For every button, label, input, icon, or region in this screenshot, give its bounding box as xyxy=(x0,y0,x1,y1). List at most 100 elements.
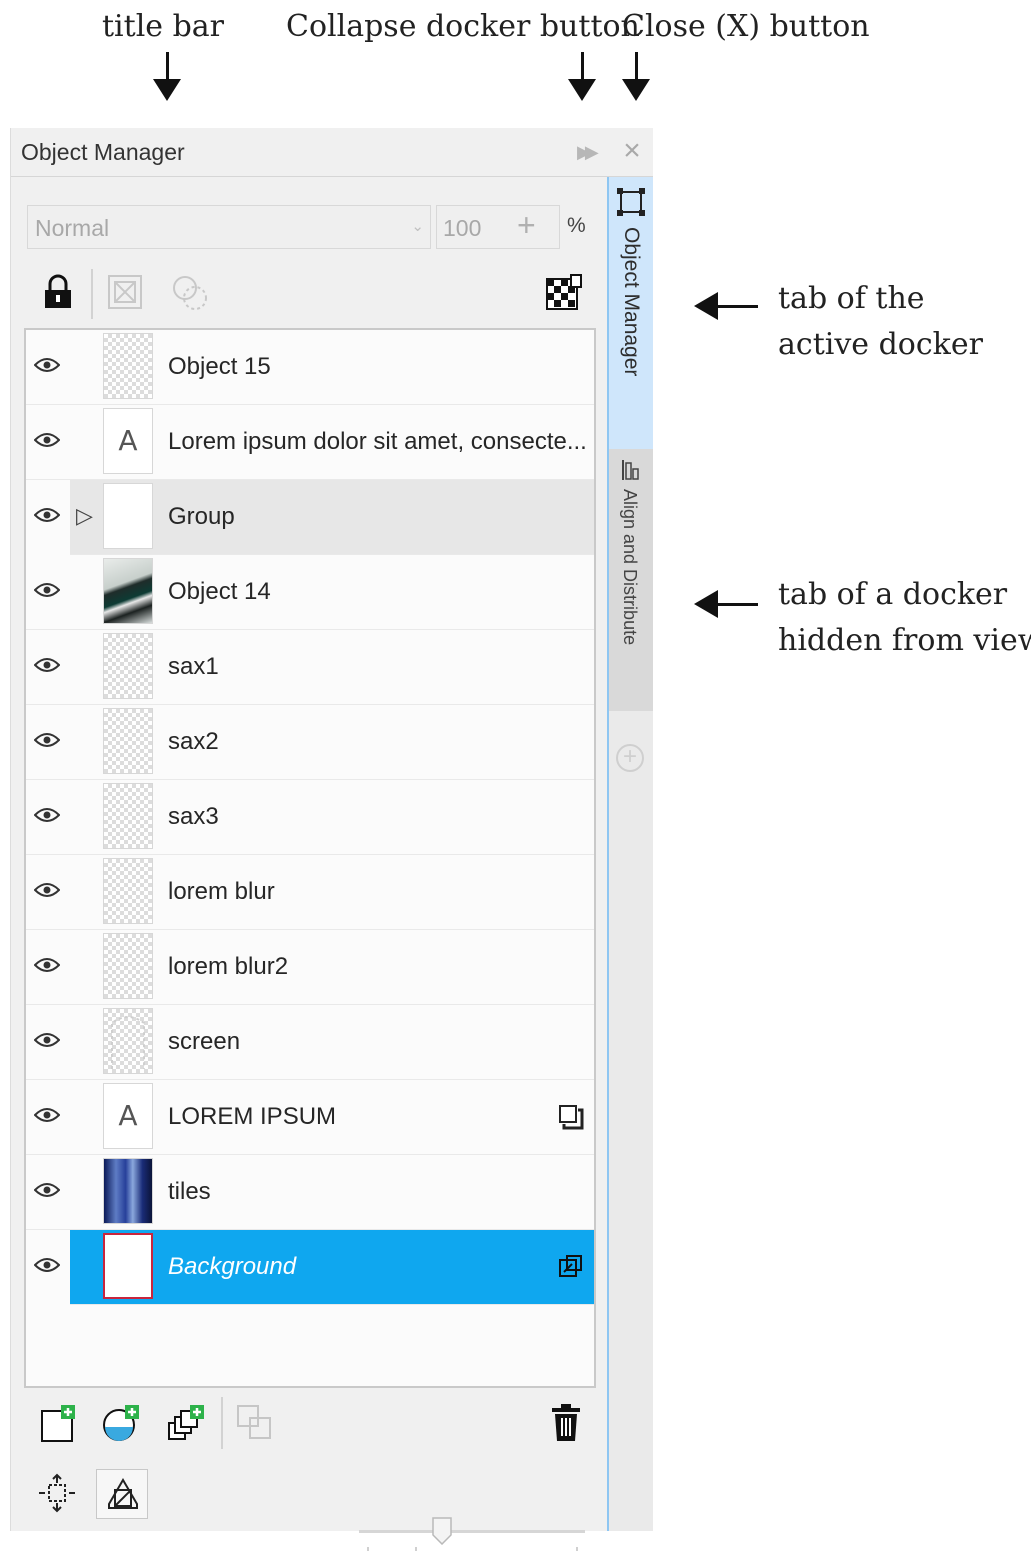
list-item[interactable]: Object 15 xyxy=(26,330,594,405)
text-object-icon: A xyxy=(103,1083,153,1149)
object-name: Lorem ipsum dolor sit amet, consecte... xyxy=(168,428,587,455)
object-thumbnail xyxy=(103,333,153,399)
object-name: Object 15 xyxy=(168,353,271,380)
expand-arrow-icon[interactable]: ▷ xyxy=(76,503,93,529)
screen-shape-icon xyxy=(111,1016,145,1069)
list-item[interactable]: lorem blur xyxy=(26,855,594,930)
eye-icon[interactable] xyxy=(34,581,60,599)
list-item[interactable]: sax3 xyxy=(26,780,594,855)
callout-hidden-tab-line2: hidden from view xyxy=(778,623,1031,658)
docker-title-bar[interactable]: Object Manager ▶▶ × xyxy=(11,128,653,177)
align-tab-icon xyxy=(622,460,639,480)
eye-icon[interactable] xyxy=(34,806,60,824)
list-item[interactable]: A LOREM IPSUM xyxy=(26,1080,594,1155)
tab-label: Object Manager xyxy=(620,227,643,377)
object-manager-docker: Object Manager ▶▶ × Normal ⌄ 100 + % Obj… xyxy=(10,128,653,1551)
add-docker-tab-icon[interactable]: + xyxy=(616,744,644,772)
object-thumbnail xyxy=(103,858,153,924)
object-thumbnail xyxy=(103,783,153,849)
eye-icon[interactable] xyxy=(34,431,60,449)
opacity-slider-icon[interactable]: + xyxy=(517,207,536,244)
chevron-down-icon: ⌄ xyxy=(411,218,424,235)
object-name: Background xyxy=(168,1253,297,1280)
docker-title: Object Manager xyxy=(21,139,185,165)
view-mode-button[interactable] xyxy=(96,1469,148,1519)
new-layer-stack-icon[interactable] xyxy=(165,1403,207,1443)
trash-icon[interactable] xyxy=(549,1403,583,1443)
arrow-close xyxy=(622,52,650,101)
slider-tick xyxy=(415,1547,417,1551)
toolbar-separator xyxy=(221,1397,223,1449)
list-item[interactable]: screen xyxy=(26,1005,594,1080)
eye-icon[interactable] xyxy=(34,1181,60,1199)
opacity-value: 100 xyxy=(443,215,482,241)
object-thumbnail xyxy=(103,558,153,624)
blend-mode-select[interactable]: Normal ⌄ xyxy=(27,205,431,249)
close-docker-button[interactable]: × xyxy=(617,134,647,168)
callout-active-tab-line2: active docker xyxy=(778,327,983,362)
object-thumbnail xyxy=(103,1158,153,1224)
eye-icon[interactable] xyxy=(34,1106,60,1124)
tab-object-manager[interactable]: Object Manager xyxy=(609,177,653,449)
object-name: LOREM IPSUM xyxy=(168,1103,337,1130)
lock-icon[interactable] xyxy=(41,274,75,310)
eye-icon[interactable] xyxy=(34,656,60,674)
object-name: sax2 xyxy=(168,728,219,755)
object-manager-tab-icon xyxy=(617,188,645,216)
opacity-field[interactable]: 100 + xyxy=(436,205,560,249)
list-item[interactable]: lorem blur2 xyxy=(26,930,594,1005)
list-item[interactable]: tiles xyxy=(26,1155,594,1230)
find-icon[interactable] xyxy=(37,1473,77,1513)
tab-label: Align and Distribute xyxy=(620,489,640,646)
object-thumbnail xyxy=(103,483,153,549)
object-thumbnail xyxy=(103,933,153,999)
eye-icon[interactable] xyxy=(34,881,60,899)
slider-handle[interactable] xyxy=(432,1517,452,1545)
collapse-docker-button[interactable]: ▶▶ xyxy=(577,138,607,166)
eye-icon[interactable] xyxy=(34,956,60,974)
new-master-layer-icon[interactable] xyxy=(101,1403,143,1443)
object-thumbnail xyxy=(103,1008,153,1074)
checkered-lock-icon[interactable] xyxy=(545,273,583,311)
combine-icon[interactable] xyxy=(235,1403,275,1443)
list-item-selected[interactable]: Background xyxy=(34,1230,594,1305)
object-name: lorem blur2 xyxy=(168,953,289,980)
object-name: lorem blur xyxy=(168,878,275,905)
object-name: tiles xyxy=(168,1178,211,1205)
object-list[interactable]: Object 15 A Lorem ipsum dolor sit amet, … xyxy=(24,328,596,1388)
callout-close-button: Close (X) button xyxy=(622,9,870,44)
arrow-hidden-tab xyxy=(694,590,758,618)
eye-icon[interactable] xyxy=(34,1256,60,1274)
arrow-active-tab xyxy=(694,292,758,320)
object-thumbnail xyxy=(103,633,153,699)
eye-icon[interactable] xyxy=(34,506,60,524)
arrow-title-bar xyxy=(153,52,181,101)
blend-mode-value: Normal xyxy=(35,215,110,241)
list-item-group[interactable]: ▷ Group xyxy=(34,480,594,555)
object-name: Group xyxy=(168,503,235,530)
new-layer-icon[interactable] xyxy=(39,1403,79,1443)
opacity-unit: % xyxy=(567,214,586,237)
list-item[interactable]: Object 14 xyxy=(26,555,594,630)
callout-collapse-button: Collapse docker button xyxy=(286,9,640,44)
object-name: sax3 xyxy=(168,803,219,830)
eye-icon[interactable] xyxy=(34,1031,60,1049)
toolbar-separator xyxy=(91,269,93,319)
thumbnail-size-slider[interactable] xyxy=(359,1530,585,1533)
list-item[interactable]: A Lorem ipsum dolor sit amet, consecte..… xyxy=(26,405,594,480)
eye-icon[interactable] xyxy=(34,731,60,749)
object-name: screen xyxy=(168,1028,241,1055)
object-thumbnail xyxy=(103,708,153,774)
color-picker-icon[interactable] xyxy=(171,274,211,314)
tab-align-and-distribute[interactable]: Align and Distribute xyxy=(609,449,653,711)
list-item[interactable]: sax1 xyxy=(26,630,594,705)
layer-properties-icon[interactable] xyxy=(558,1254,584,1280)
object-thumbnail xyxy=(103,1233,153,1299)
object-manager-panel: Normal ⌄ 100 + % Object 15 A Lorem ipsum… xyxy=(11,177,607,1551)
callout-hidden-tab-line1: tab of a docker xyxy=(778,577,1008,612)
clip-mask-icon[interactable] xyxy=(107,274,143,310)
eye-icon[interactable] xyxy=(34,356,60,374)
copy-icon[interactable] xyxy=(558,1104,584,1130)
list-item[interactable]: sax2 xyxy=(26,705,594,780)
text-object-icon: A xyxy=(103,408,153,474)
